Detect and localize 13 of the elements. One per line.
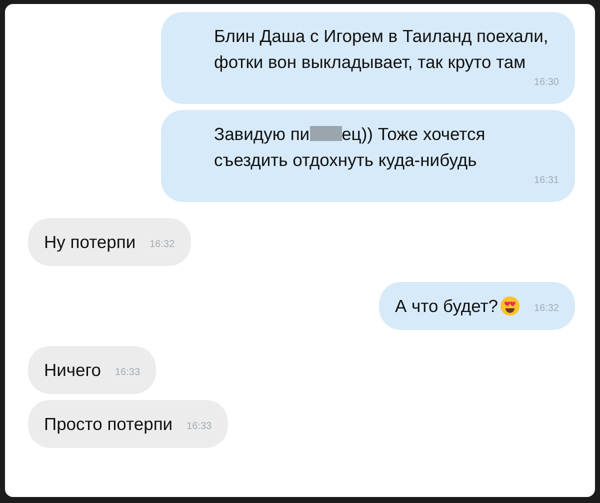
heart-eyes-emoji-icon: [500, 296, 520, 316]
message-text: А что будет?: [394, 293, 520, 319]
message-time: 16:31: [534, 174, 559, 188]
message-time: 16:32: [150, 238, 175, 252]
message-text: Просто потерпи: [44, 413, 173, 436]
message-text: Блин Даша с Игорем в Таиланд поехали, фотки вон выкладывает, так круто там: [214, 25, 550, 74]
message-text: Ну потерпи: [44, 231, 136, 254]
message-text: Ничего: [44, 359, 101, 382]
message-text: Завидую пи ец)) Тоже хочется съездить отдохнуть куда-нибудь: [214, 123, 486, 172]
message-time: 16:33: [186, 420, 212, 434]
message-time: 16:30: [534, 76, 559, 90]
message-time: 16:32: [534, 302, 559, 316]
message-time: 16:33: [115, 366, 140, 380]
